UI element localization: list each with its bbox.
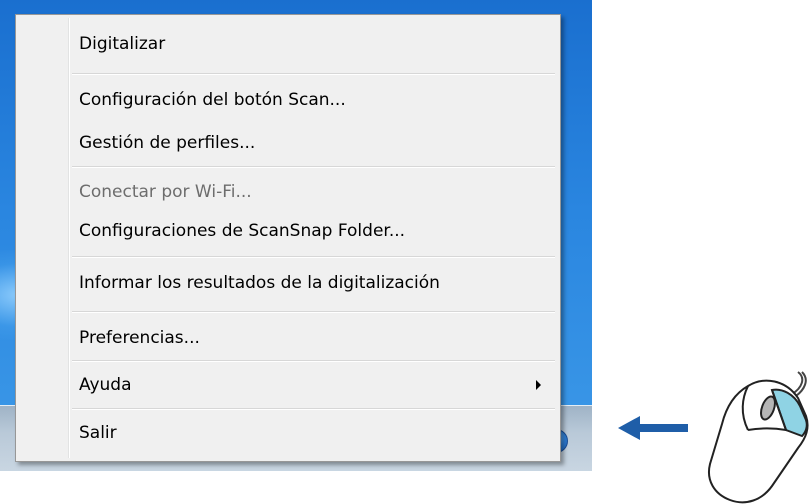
menu-item-label: Salir bbox=[79, 423, 117, 443]
mouse-right-click-icon bbox=[708, 371, 809, 504]
menu-item-label: Conectar por Wi-Fi... bbox=[79, 182, 252, 202]
menu-separator bbox=[72, 311, 555, 313]
left-arrow-icon bbox=[618, 416, 688, 440]
menu-item-label: Digitalizar bbox=[79, 34, 166, 54]
menu-separator bbox=[72, 166, 555, 168]
menu-item-configuraciones-scansnap-folder[interactable]: Configuraciones de ScanSnap Folder... bbox=[19, 213, 557, 249]
menu-item-label: Gestión de perfiles... bbox=[79, 133, 256, 153]
menu-separator bbox=[72, 256, 555, 258]
menu-separator bbox=[72, 360, 555, 362]
menu-item-label: Configuraciones de ScanSnap Folder... bbox=[79, 221, 406, 241]
menu-item-preferencias[interactable]: Preferencias... bbox=[19, 320, 557, 356]
menu-item-configuracion-boton-scan[interactable]: Configuración del botón Scan... bbox=[19, 82, 557, 118]
menu-item-salir[interactable]: Salir bbox=[19, 415, 557, 451]
menu-item-label: Configuración del botón Scan... bbox=[79, 90, 346, 110]
menu-item-informar-resultados[interactable]: Informar los resultados de la digitaliza… bbox=[19, 265, 557, 301]
menu-item-digitalizar[interactable]: Digitalizar bbox=[19, 26, 557, 62]
menu-separator bbox=[72, 73, 555, 75]
submenu-arrow-icon bbox=[536, 380, 541, 390]
menu-item-ayuda[interactable]: Ayuda bbox=[19, 367, 557, 403]
menu-item-label: Preferencias... bbox=[79, 328, 200, 348]
scansnap-context-menu: Digitalizar Configuración del botón Scan… bbox=[15, 14, 561, 462]
screenshot-stage: S Digitalizar Configuración del botón Sc… bbox=[0, 0, 809, 504]
menu-item-label: Ayuda bbox=[79, 375, 132, 395]
menu-item-conectar-wifi: Conectar por Wi-Fi... bbox=[19, 174, 557, 210]
menu-item-gestion-perfiles[interactable]: Gestión de perfiles... bbox=[19, 125, 557, 161]
menu-item-label: Informar los resultados de la digitaliza… bbox=[79, 273, 440, 293]
menu-separator bbox=[72, 408, 555, 410]
